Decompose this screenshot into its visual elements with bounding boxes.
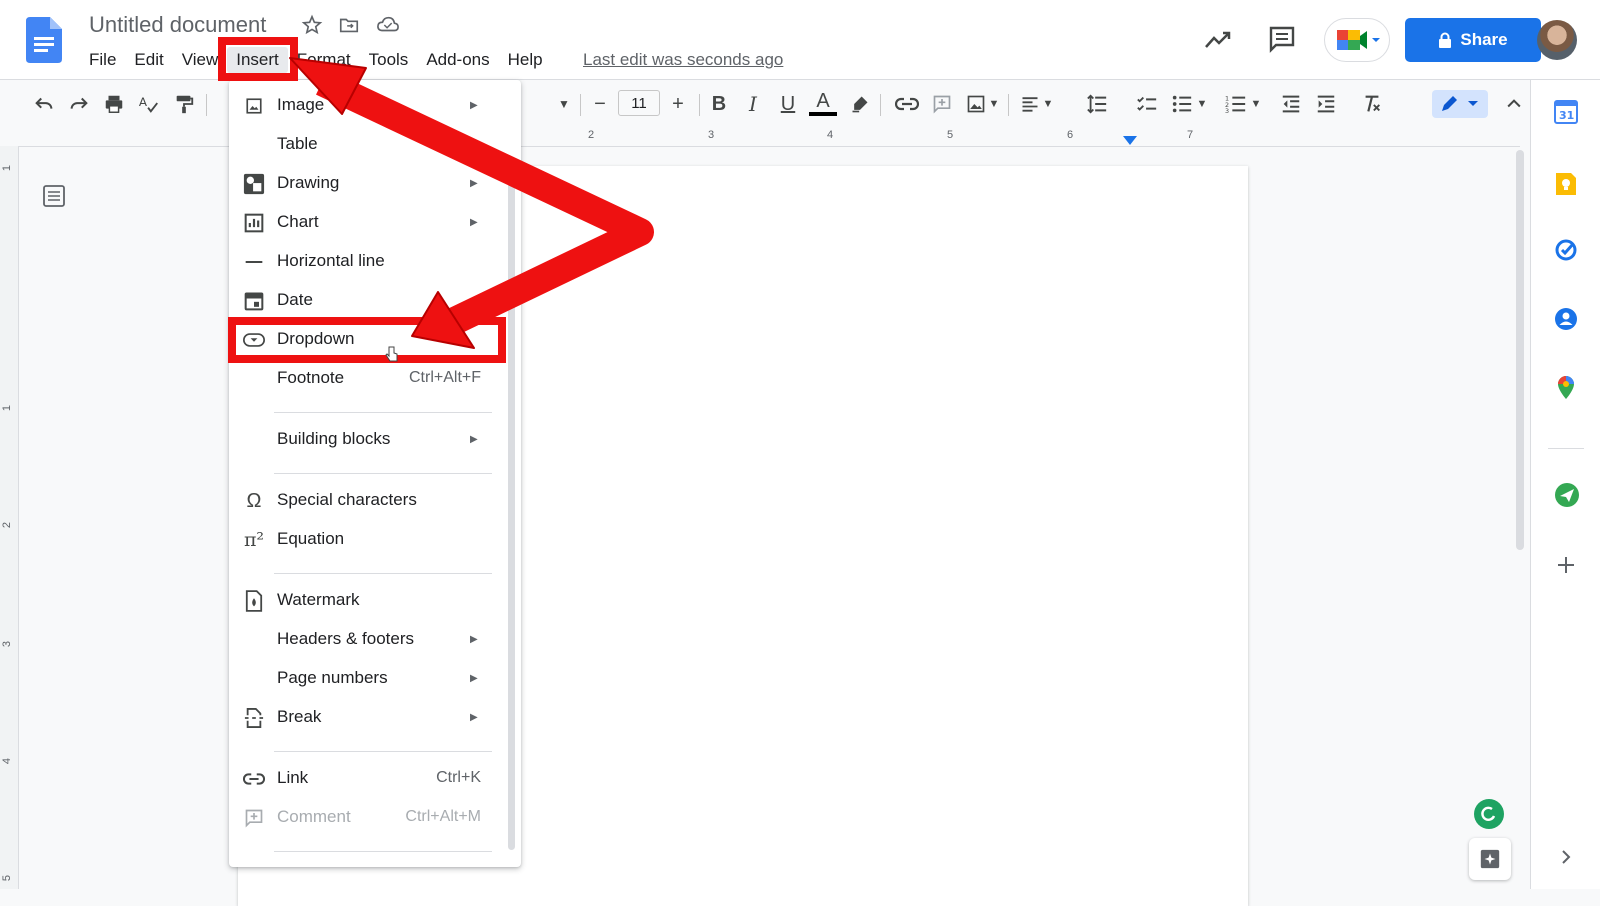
annotation-arrow-icon <box>289 57 654 349</box>
mouse-cursor-icon <box>385 346 399 364</box>
